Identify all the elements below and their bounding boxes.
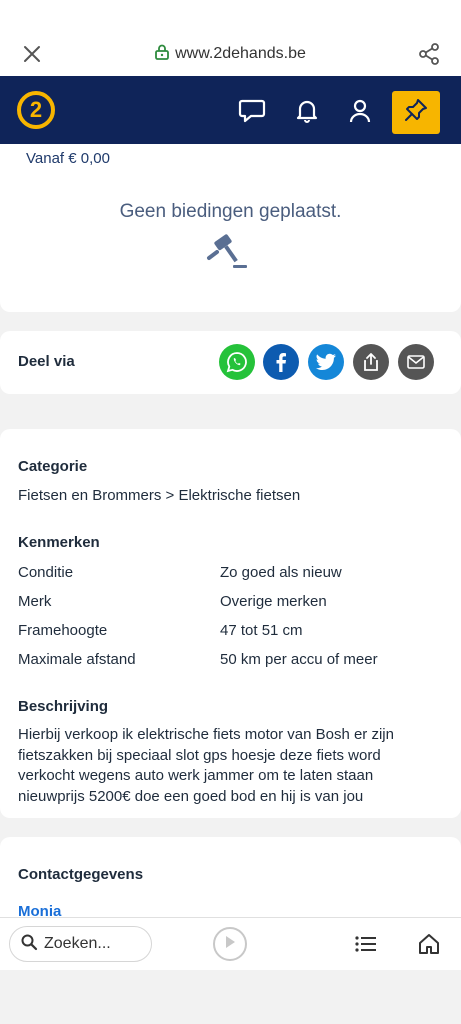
url-text: www.2dehands.be [175,45,306,62]
category-title: Categorie [18,458,88,475]
gavel-icon [205,232,253,270]
play-button[interactable] [213,927,247,961]
logo-text: 2 [29,97,43,122]
list-icon[interactable] [353,932,379,956]
share-icon[interactable] [415,40,443,68]
attribute-value: Zo goed als nieuw [220,564,342,581]
share-label: Deel via [18,353,75,370]
pin-icon [403,97,429,128]
attribute-name: Merk [18,593,52,610]
details-card: Categorie Fietsen en Brommers > Elektris… [0,429,461,818]
url-bar[interactable]: www.2dehands.be [0,40,461,68]
browser-bar: www.2dehands.be [0,0,461,76]
site-header: 2 [0,76,461,144]
facebook-icon[interactable] [263,344,299,380]
whatsapp-icon[interactable] [219,344,255,380]
upload-icon[interactable] [353,344,389,380]
search-placeholder: Zoeken... [44,935,111,952]
category-breadcrumb[interactable]: Fietsen en Brommers > Elektrische fietse… [18,487,300,504]
description-title: Beschrijving [18,698,109,715]
logo[interactable]: 2 [16,90,56,130]
price-from: Vanaf € 0,00 [26,150,110,167]
attribute-name: Maximale afstand [18,651,136,668]
search-input[interactable]: Zoeken... [9,926,152,962]
bids-card: Vanaf € 0,00 Geen biedingen geplaatst. [0,144,461,312]
mail-icon[interactable] [398,344,434,380]
bell-icon[interactable] [292,96,322,126]
attribute-value: 50 km per accu of meer [220,651,378,668]
attribute-value: 47 tot 51 cm [220,622,303,639]
contact-card: Contactgegevens Monia [0,837,461,917]
attribute-value: Overige merken [220,593,327,610]
place-ad-button[interactable] [392,91,440,134]
features-title: Kenmerken [18,534,100,551]
lock-icon [155,44,170,65]
twitter-icon[interactable] [308,344,344,380]
attribute-name: Framehoogte [18,622,108,639]
contact-name-link[interactable]: Monia [18,903,61,917]
user-icon[interactable] [345,96,375,126]
play-icon [223,934,237,955]
attribute-name: Conditie [18,564,74,581]
home-icon[interactable] [416,931,442,957]
no-bids-message: Geen biedingen geplaatst. [119,201,342,222]
share-card: Deel via [0,331,461,394]
description-text: Hierbij verkoop ik elektrische fiets mot… [18,726,394,805]
bottom-toolbar: Zoeken... [0,917,461,970]
contact-title: Contactgegevens [18,866,144,883]
search-icon [20,933,38,956]
chat-icon[interactable] [237,96,267,126]
